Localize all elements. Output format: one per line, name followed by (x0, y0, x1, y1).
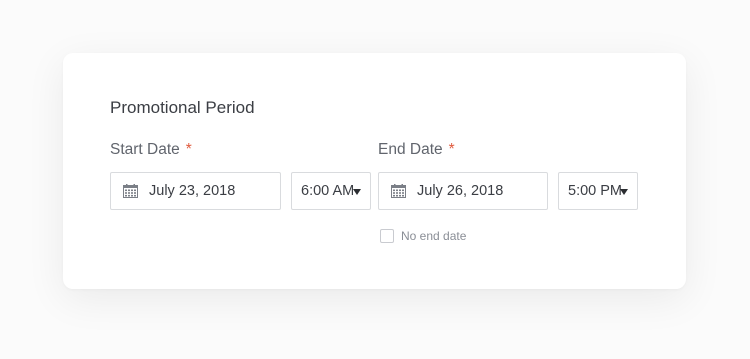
calendar-icon (123, 184, 138, 198)
end-time-select[interactable]: 5:00 PM (558, 172, 638, 210)
section-title: Promotional Period (110, 98, 255, 117)
required-marker: * (185, 141, 192, 158)
end-date-label-text: End Date (378, 141, 443, 158)
start-date-input[interactable]: July 23, 2018 (110, 172, 281, 210)
no-end-date-label[interactable]: No end date (401, 229, 466, 243)
caret-down-icon (620, 189, 628, 195)
calendar-icon (391, 184, 406, 198)
end-time-value: 5:00 PM (568, 183, 622, 199)
end-date-value: July 26, 2018 (417, 183, 504, 199)
no-end-date-checkbox[interactable] (380, 229, 394, 243)
start-date-label-text: Start Date (110, 141, 180, 158)
start-time-select[interactable]: 6:00 AM (291, 172, 371, 210)
end-date-label: End Date * (378, 141, 455, 159)
start-time-value: 6:00 AM (301, 183, 355, 199)
start-date-value: July 23, 2018 (149, 183, 236, 199)
required-marker: * (448, 141, 455, 158)
no-end-date-option[interactable]: No end date (380, 229, 466, 243)
caret-down-icon (353, 189, 361, 195)
start-date-label: Start Date * (110, 141, 192, 159)
promotional-period-card: Promotional Period Start Date * July 23, … (63, 53, 686, 289)
end-date-input[interactable]: July 26, 2018 (378, 172, 548, 210)
